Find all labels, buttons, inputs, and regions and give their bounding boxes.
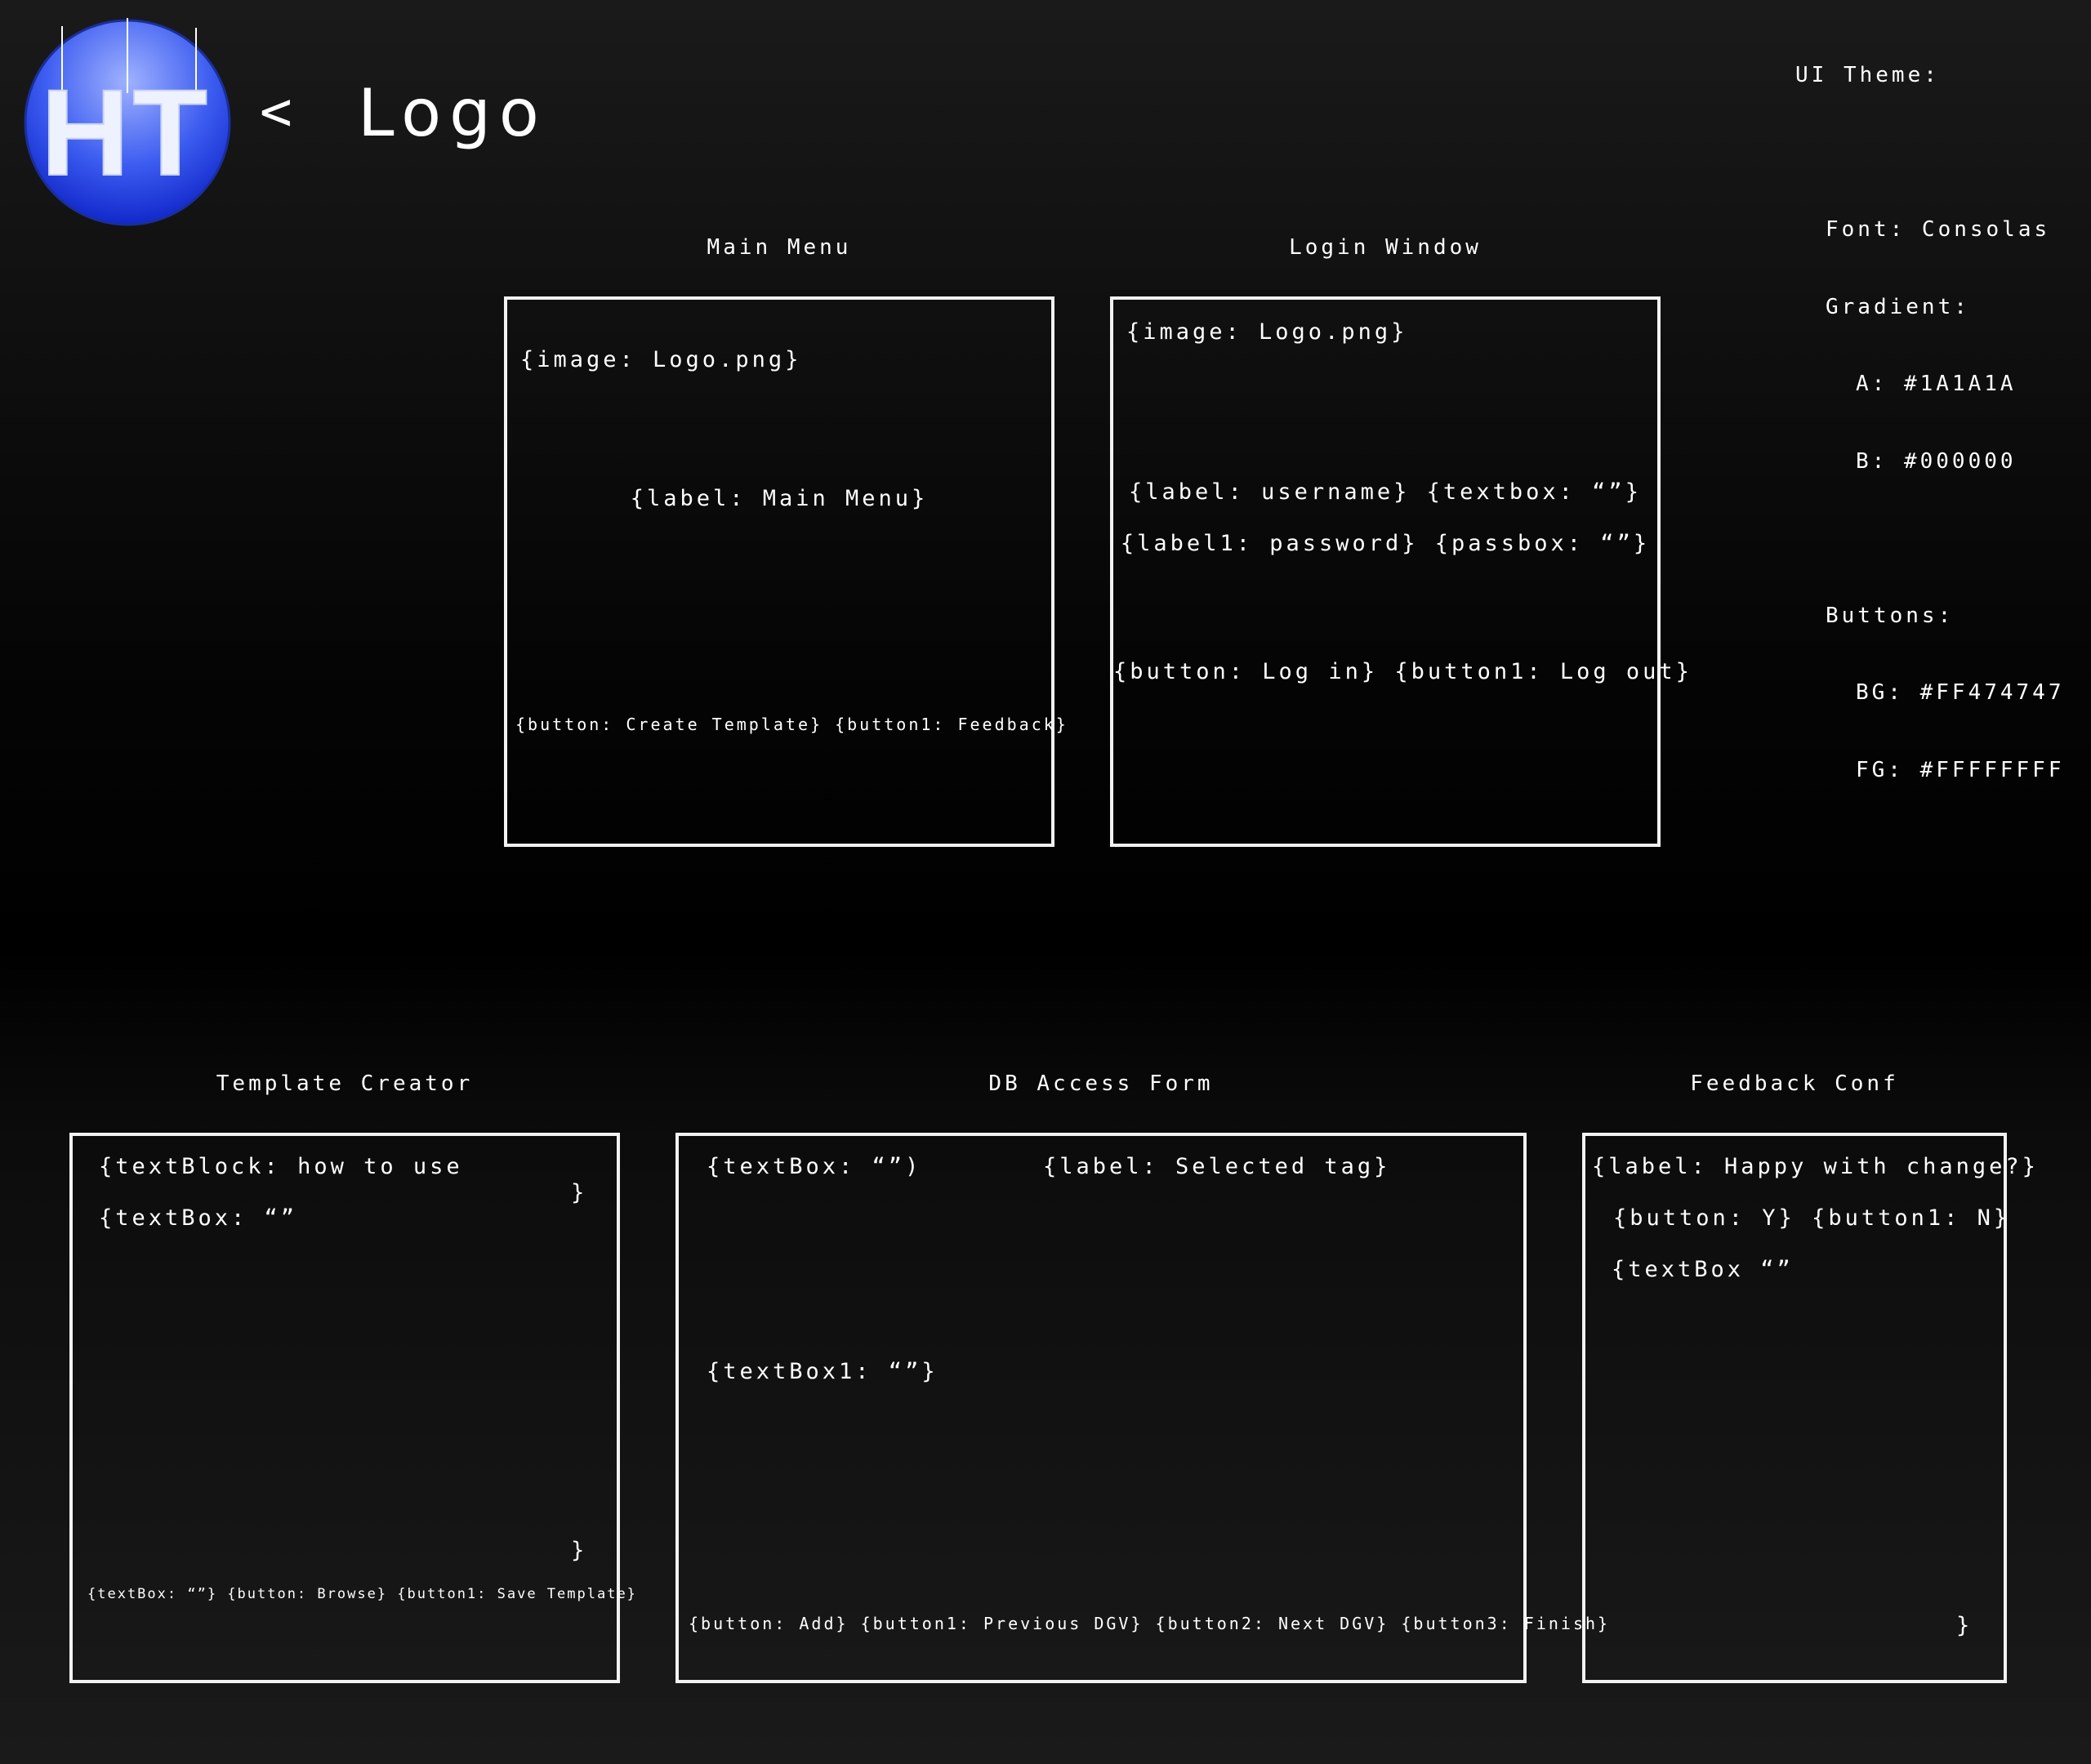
main-menu-frame: {image: Logo.png} {label: Main Menu} {bu… [504,296,1066,847]
main-menu-buttons[interactable]: {button: Create Template} {button1: Feed… [515,715,1068,734]
ui-theme-notes: UI Theme: Font: Consolas Gradient: A: #1… [1795,11,2065,809]
login-window-title: Login Window [1289,235,1482,260]
ht-logo-image: HT [24,18,231,226]
template-textbox[interactable]: {textBox: “” [99,1205,297,1231]
template-creator-frame: {textBlock: how to use } {textBox: “” } … [69,1133,635,1683]
login-username-row[interactable]: {label: username} {textbox: “”} [1113,479,1657,505]
theme-gradient-heading: Gradient: [1826,294,1970,319]
theme-gradient-b: B: #000000 [1856,448,2017,474]
db-textbox[interactable]: {textBox: “”) [707,1154,921,1179]
db-access-frame: {textBox: “”) {label: Selected tag} {tex… [675,1133,1607,1683]
logo-caption: Logo [358,75,547,151]
login-window-frame: {image: Logo.png} {label: username} {tex… [1110,296,1689,847]
theme-buttons-bg: BG: #FF474747 [1856,680,2065,705]
arrow-icon: < [260,80,292,143]
theme-buttons-fg: FG: #FFFFFFFF [1856,757,2065,782]
template-brace-top: } [571,1180,588,1205]
db-buttons[interactable]: {button: Add} {button1: Previous DGV} {b… [689,1614,1610,1633]
feedback-brace: } [1956,1613,1973,1638]
db-textbox1[interactable]: {textBox1: “”} [707,1359,938,1384]
login-buttons[interactable]: {button: Log in} {button1: Log out} [1113,659,1689,684]
template-textblock: {textBlock: how to use [99,1154,463,1179]
feedback-label: {label: Happy with change?} [1592,1154,2039,1179]
theme-gradient-a: A: #1A1A1A [1856,372,2017,396]
feedback-buttons[interactable]: {button: Y} {button1: N} [1613,1205,2010,1231]
db-selected-tag-label: {label: Selected tag} [1043,1154,1391,1179]
main-menu-image-placeholder: {image: Logo.png} [520,347,802,372]
feedback-conf-title: Feedback Conf [1690,1071,1899,1096]
feedback-textbox[interactable]: {textBox “” [1612,1257,1794,1282]
template-bottom-row[interactable]: {textBox: “”} {button: Browse} {button1:… [87,1586,637,1602]
template-brace-bottom: } [571,1538,588,1563]
theme-font: Font: Consolas [1826,217,2051,242]
login-password-row[interactable]: {label1: password} {passbox: “”} [1113,531,1657,556]
template-creator-title: Template Creator [216,1071,474,1096]
feedback-conf-frame: {label: Happy with change?} {button: Y} … [1582,1133,2035,1683]
main-menu-label: {label: Main Menu} [630,486,929,511]
theme-heading: UI Theme: [1795,63,1940,87]
db-access-title: DB Access Form [988,1071,1214,1096]
login-image-placeholder: {image: Logo.png} [1126,319,1408,345]
logo-letters: HT [41,64,211,201]
theme-buttons-heading: Buttons: [1826,603,1955,628]
main-menu-title: Main Menu [707,235,852,260]
